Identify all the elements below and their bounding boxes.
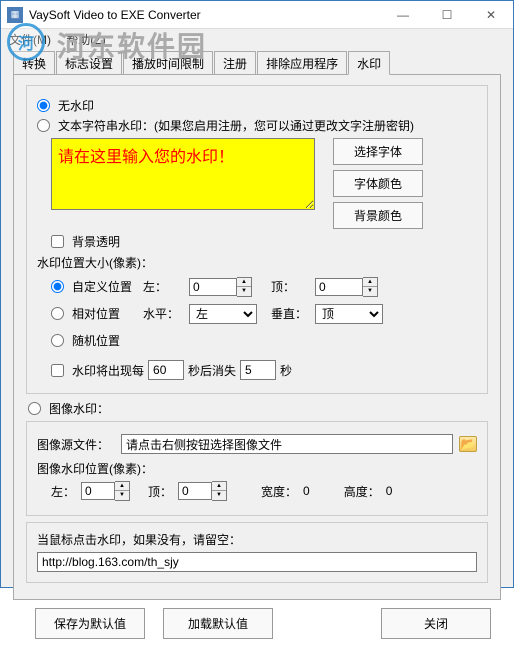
label-img-left: 左： — [51, 483, 75, 500]
spinner-top[interactable]: ▲▼ — [363, 277, 378, 297]
label-text-watermark: 文本字符串水印：(如果您启用注册，您可以通过更改文字注册密钥) — [58, 117, 414, 134]
maximize-button[interactable]: ☐ — [425, 1, 469, 28]
label-random-pos: 随机位置 — [72, 332, 120, 349]
value-img-width: 0 — [303, 484, 310, 498]
click-url-group: 当鼠标点击水印，如果没有，请留空： — [26, 522, 488, 583]
watermark-panel: 无水印 文本字符串水印：(如果您启用注册，您可以通过更改文字注册密钥) 请在这里… — [13, 75, 501, 600]
browse-image-button[interactable]: 📂 — [459, 436, 477, 452]
tab-convert[interactable]: 转换 — [13, 51, 55, 74]
bg-color-button[interactable]: 背景颜色 — [333, 202, 423, 229]
label-image-watermark: 图像水印： — [49, 400, 109, 417]
app-icon: ▦ — [7, 7, 23, 23]
radio-image-watermark[interactable] — [28, 402, 41, 415]
tab-timelimit[interactable]: 播放时间限制 — [123, 51, 213, 74]
label-disappear: 秒后消失 — [188, 362, 236, 379]
label-custom-pos: 自定义位置 — [72, 278, 132, 295]
input-disappear-seconds[interactable] — [240, 360, 276, 380]
text-watermark-group: 无水印 文本字符串水印：(如果您启用注册，您可以通过更改文字注册密钥) 请在这里… — [26, 85, 488, 394]
app-window: ▦ VaySoft Video to EXE Converter — ☐ ✕ 文… — [0, 0, 514, 588]
label-seconds: 秒 — [280, 362, 292, 379]
label-img-top: 顶： — [148, 483, 172, 500]
label-image-pos: 图像水印位置(像素)： — [37, 460, 477, 477]
label-vert: 垂直： — [271, 305, 311, 322]
label-img-width: 宽度： — [261, 483, 297, 500]
text-color-button[interactable]: 字体颜色 — [333, 170, 423, 197]
tab-register[interactable]: 注册 — [214, 51, 256, 74]
tab-exclude[interactable]: 排除应用程序 — [257, 51, 347, 74]
radio-random-pos[interactable] — [51, 334, 64, 347]
radio-custom-pos[interactable] — [51, 280, 64, 293]
value-img-height: 0 — [386, 484, 393, 498]
label-relative-pos: 相对位置 — [72, 305, 120, 322]
menubar: 文件(M) 帮助(Z) — [1, 29, 513, 49]
input-top[interactable] — [315, 278, 363, 296]
minimize-button[interactable]: — — [381, 1, 425, 28]
window-title: VaySoft Video to EXE Converter — [29, 8, 381, 22]
label-left: 左： — [143, 278, 185, 295]
input-img-left[interactable] — [81, 482, 115, 500]
input-img-top[interactable] — [178, 482, 212, 500]
label-appear-every: 水印将出现每 — [72, 362, 144, 379]
choose-font-button[interactable]: 选择字体 — [333, 138, 423, 165]
load-default-button[interactable]: 加载默认值 — [163, 608, 273, 639]
tab-logo[interactable]: 标志设置 — [56, 51, 122, 74]
spinner-img-top[interactable]: ▲▼ — [212, 481, 227, 501]
watermark-text-input[interactable]: 请在这里输入您的水印！ — [51, 138, 315, 210]
radio-relative-pos[interactable] — [51, 307, 64, 320]
menu-file[interactable]: 文件(M) — [9, 33, 51, 47]
radio-no-watermark[interactable] — [37, 99, 50, 112]
label-image-src: 图像源文件： — [37, 436, 115, 453]
titlebar: ▦ VaySoft Video to EXE Converter — ☐ ✕ — [1, 1, 513, 29]
tab-bar: 转换 标志设置 播放时间限制 注册 排除应用程序 水印 — [13, 53, 501, 75]
save-default-button[interactable]: 保存为默认值 — [35, 608, 145, 639]
input-image-src[interactable] — [121, 434, 453, 454]
input-left[interactable] — [189, 278, 237, 296]
label-click-url: 当鼠标点击水印，如果没有，请留空： — [37, 531, 477, 548]
menu-help[interactable]: 帮助(Z) — [66, 33, 105, 47]
appear-every-checkbox[interactable] — [51, 364, 64, 377]
input-appear-seconds[interactable] — [148, 360, 184, 380]
label-bg-transparent: 背景透明 — [72, 233, 120, 250]
spinner-left[interactable]: ▲▼ — [237, 277, 252, 297]
radio-text-watermark[interactable] — [37, 119, 50, 132]
tab-watermark[interactable]: 水印 — [348, 51, 390, 75]
combo-vert[interactable]: 顶 — [315, 304, 383, 324]
label-no-watermark: 无水印 — [58, 97, 94, 114]
spinner-img-left[interactable]: ▲▼ — [115, 481, 130, 501]
image-watermark-group: 图像源文件： 📂 图像水印位置(像素)： 左： ▲▼ 顶： ▲▼ 宽度： 0 高… — [26, 421, 488, 516]
label-top: 顶： — [271, 278, 311, 295]
label-img-height: 高度： — [344, 483, 380, 500]
combo-horiz[interactable]: 左 — [189, 304, 257, 324]
close-panel-button[interactable]: 关闭 — [381, 608, 491, 639]
label-horiz: 水平： — [143, 305, 185, 322]
input-click-url[interactable] — [37, 552, 477, 572]
bg-transparent-checkbox[interactable] — [51, 235, 64, 248]
label-position-size: 水印位置大小(像素)： — [37, 254, 477, 271]
close-button[interactable]: ✕ — [469, 1, 513, 28]
